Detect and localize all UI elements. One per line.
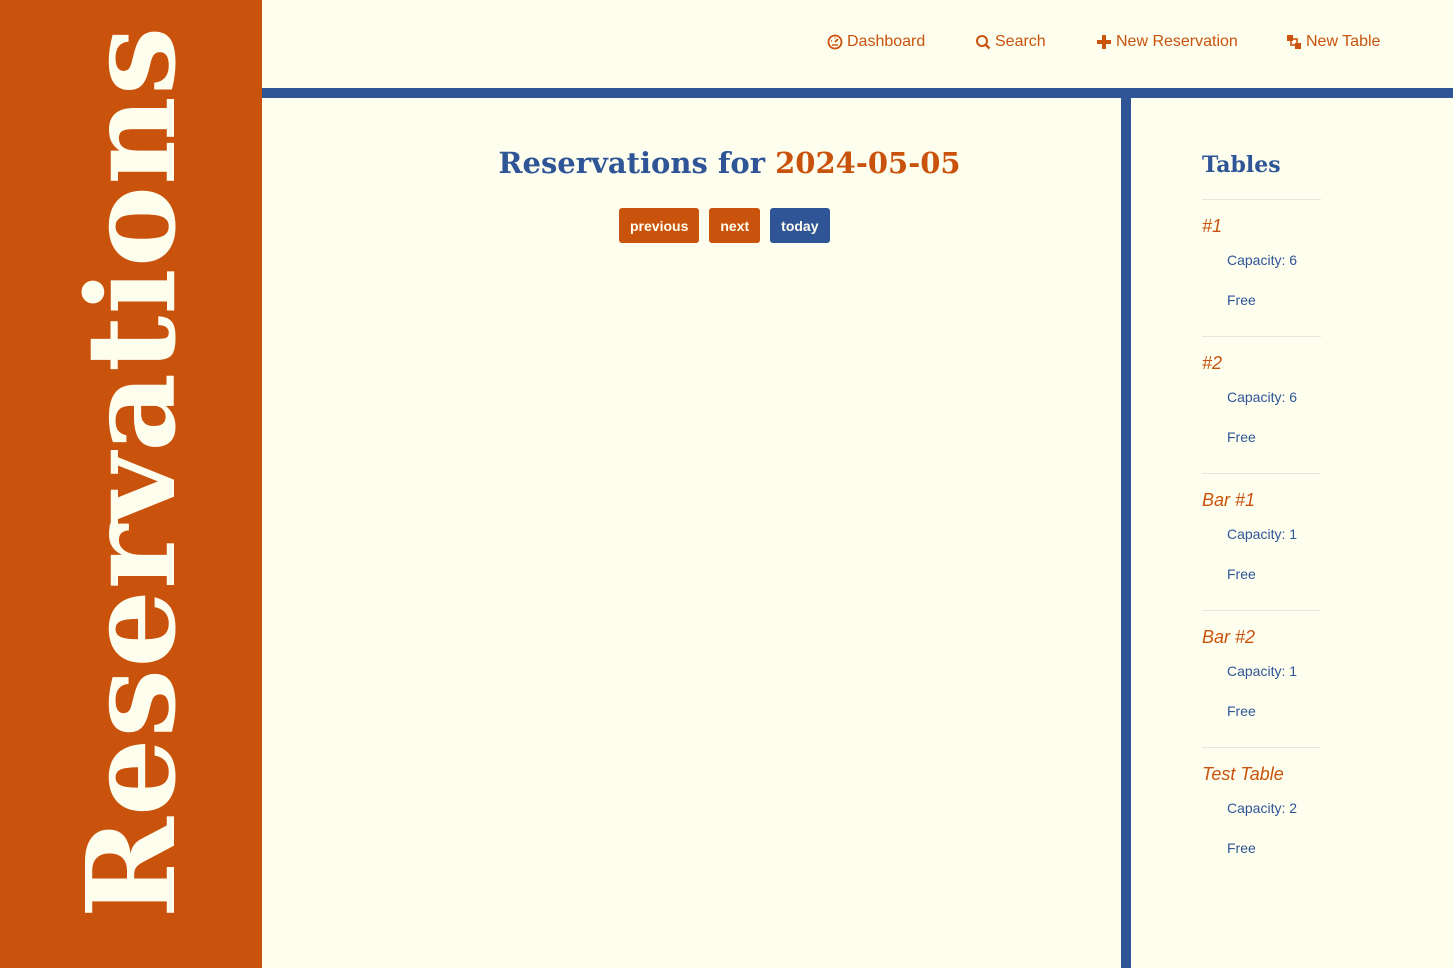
sidebar-divider <box>1121 98 1131 968</box>
table-card: Bar #1 Capacity: 1 Free <box>1202 474 1321 611</box>
table-status: Free <box>1227 429 1256 445</box>
nav-new-table-link[interactable]: New Table <box>1286 33 1380 51</box>
previous-button[interactable]: previous <box>619 208 700 243</box>
table-capacity: Capacity: 2 <box>1227 800 1298 816</box>
nav-search-link[interactable]: Search <box>975 33 1046 51</box>
table-status: Free <box>1227 292 1256 308</box>
table-name: Test Table <box>1202 764 1284 784</box>
nav-new-reservation-link[interactable]: New Reservation <box>1096 33 1238 51</box>
table-name: #2 <box>1202 353 1223 373</box>
page-title-date: 2024-05-05 <box>775 146 961 180</box>
brand-title: Reservations <box>59 25 203 919</box>
next-button[interactable]: next <box>709 208 761 243</box>
plus-icon <box>1097 35 1111 49</box>
table-capacity: Capacity: 1 <box>1227 663 1298 679</box>
tables-panel: Tables #1 Capacity: 6 Free #2 Capacity: … <box>1202 152 1321 884</box>
dashboard-icon <box>827 34 843 50</box>
app-root: Reservations Periodic Tables Dashboard S… <box>0 0 1453 968</box>
main-content: Reservations for 2024-05-05 previous nex… <box>262 98 1121 968</box>
nav-app-name[interactable]: Periodic Tables <box>656 33 764 51</box>
table-name: Bar #1 <box>1202 490 1256 510</box>
table-capacity: Capacity: 6 <box>1227 252 1298 268</box>
nav-new-reservation-label: New Reservation <box>1116 33 1238 50</box>
table-name: Bar #2 <box>1202 627 1256 647</box>
table-card: Test Table Capacity: 2 Free <box>1202 748 1321 884</box>
header-divider <box>262 88 1453 98</box>
page-title: Reservations for 2024-05-05 <box>262 146 1197 180</box>
nav-new-table-label: New Table <box>1306 33 1381 50</box>
table-card: Bar #2 Capacity: 1 Free <box>1202 611 1321 748</box>
table-name: #1 <box>1202 216 1223 236</box>
today-button[interactable]: today <box>770 208 830 243</box>
layers-icon <box>1287 35 1301 49</box>
table-status: Free <box>1227 703 1256 719</box>
table-status: Free <box>1227 566 1256 582</box>
table-capacity: Capacity: 6 <box>1227 389 1298 405</box>
brand-sidebar: Reservations <box>0 0 262 968</box>
table-status: Free <box>1227 840 1256 856</box>
table-card: #1 Capacity: 6 Free <box>1202 200 1321 337</box>
table-card: #2 Capacity: 6 Free <box>1202 337 1321 474</box>
nav-dashboard-link[interactable]: Dashboard <box>827 33 925 51</box>
date-navigation: previous next today <box>619 208 830 243</box>
page-title-prefix: Reservations for <box>498 146 765 180</box>
tables-heading: Tables <box>1202 152 1321 200</box>
nav-dashboard-label: Dashboard <box>847 33 926 50</box>
search-icon <box>976 35 991 50</box>
table-capacity: Capacity: 1 <box>1227 526 1298 542</box>
nav-search-label: Search <box>995 33 1046 50</box>
top-navigation: Periodic Tables Dashboard Search New Res… <box>262 0 1453 88</box>
